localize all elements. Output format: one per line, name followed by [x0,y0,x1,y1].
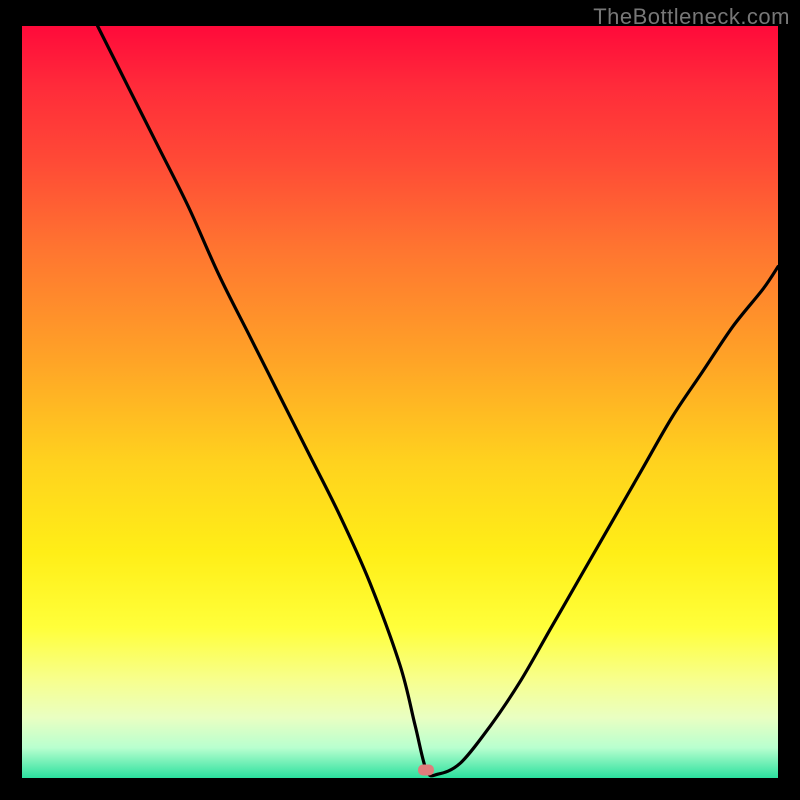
watermark-text: TheBottleneck.com [593,4,790,30]
data-marker [418,765,434,776]
chart-frame: TheBottleneck.com [0,0,800,800]
plot-area [22,26,778,778]
